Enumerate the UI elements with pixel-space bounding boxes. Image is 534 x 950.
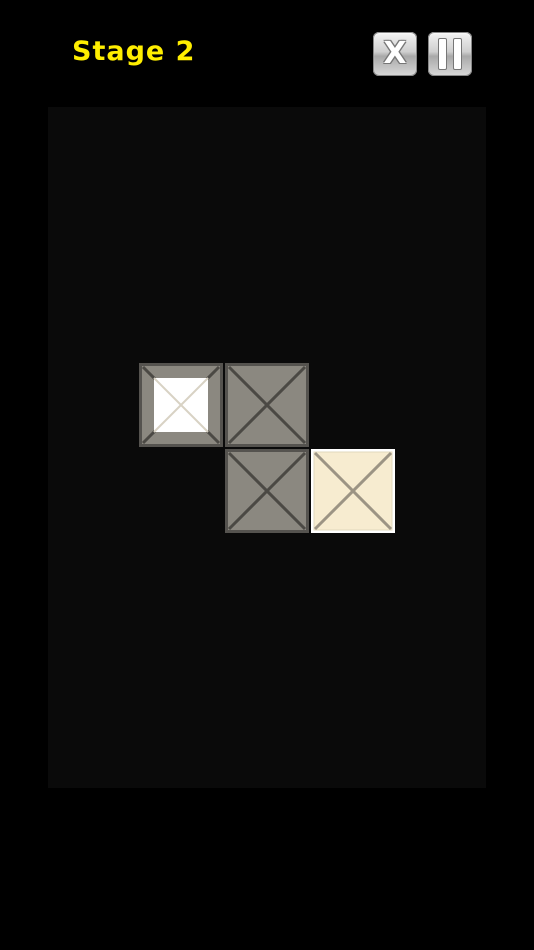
board-tile[interactable]	[225, 449, 309, 533]
game-board	[48, 107, 486, 788]
board-tile[interactable]	[311, 449, 395, 533]
close-icon: X	[383, 36, 407, 71]
pause-button[interactable]	[428, 32, 472, 76]
pause-icon	[439, 39, 461, 69]
board-tile[interactable]	[225, 363, 309, 447]
stage-label: Stage 2	[72, 36, 196, 67]
board-tile[interactable]	[139, 363, 223, 447]
close-button[interactable]: X	[373, 32, 417, 76]
